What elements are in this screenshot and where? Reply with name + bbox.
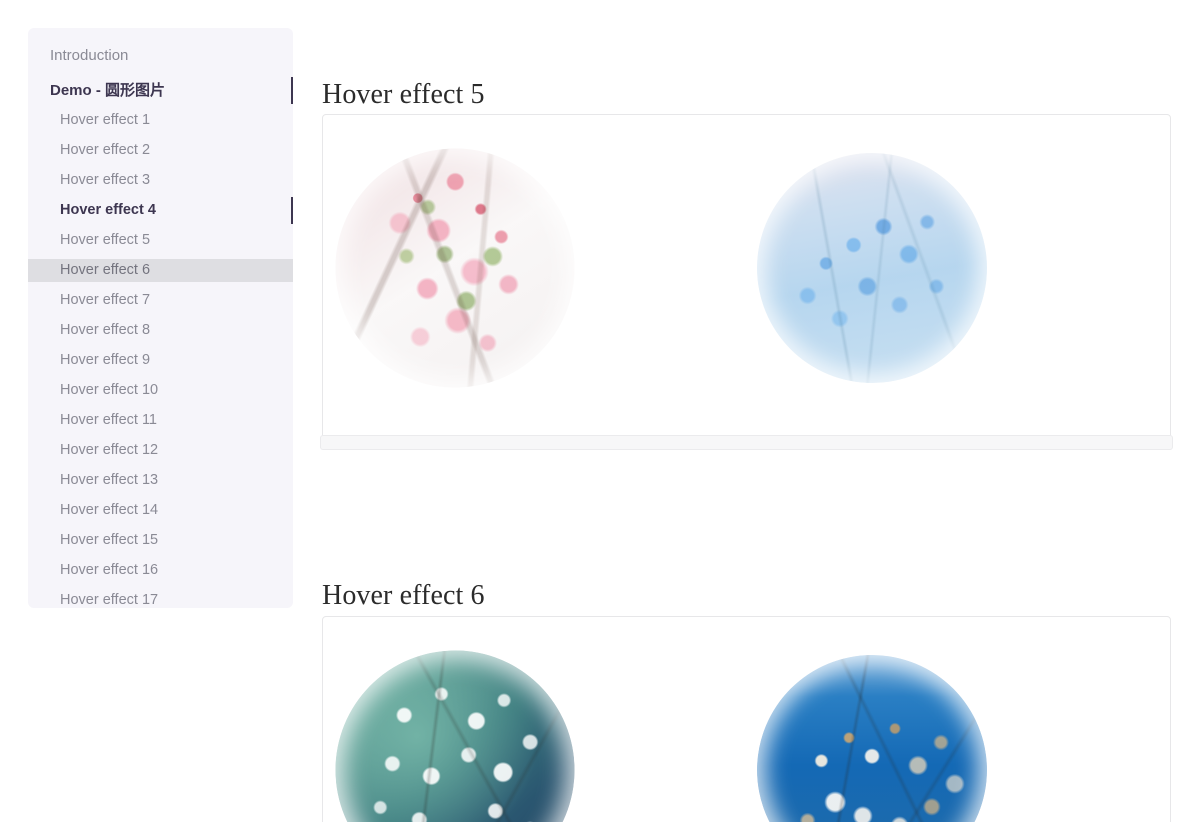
sidebar-item-hover-effect-16[interactable]: Hover effect 16 bbox=[28, 559, 293, 582]
image-slot-1[interactable] bbox=[329, 141, 581, 394]
sidebar-item-hover-effect-17[interactable]: Hover effect 17 bbox=[28, 589, 293, 608]
demo-card-footer-bar bbox=[320, 435, 1173, 450]
demo-card-hover-effect-6 bbox=[322, 616, 1171, 822]
nav-spacer bbox=[28, 582, 293, 589]
nav-spacer bbox=[28, 342, 293, 349]
white-blossom-teal-image bbox=[329, 643, 581, 822]
demo-card-hover-effect-5 bbox=[320, 114, 1173, 450]
sidebar-item-hover-effect-2[interactable]: Hover effect 2 bbox=[28, 139, 293, 162]
sidebar-item-hover-effect-5[interactable]: Hover effect 5 bbox=[28, 229, 293, 252]
nav-spacer bbox=[28, 492, 293, 499]
page-title-hover-effect-5: Hover effect 5 bbox=[322, 79, 485, 110]
demo-card-body bbox=[323, 617, 1170, 822]
image-slot-2[interactable] bbox=[757, 152, 987, 383]
sidebar-item-hover-effect-3[interactable]: Hover effect 3 bbox=[28, 169, 293, 192]
sidebar-item-introduction[interactable]: Introduction bbox=[28, 44, 293, 67]
nav-spacer bbox=[28, 372, 293, 379]
dried-flowers-blue-sky-image bbox=[757, 654, 987, 822]
nav-spacer bbox=[28, 252, 293, 259]
nav-spacer bbox=[28, 552, 293, 559]
sidebar-nav-list: Introduction Demo - 圆形图片 Hover effect 1 … bbox=[28, 44, 293, 608]
nav-spacer bbox=[28, 162, 293, 169]
blue-forget-me-not-photo[interactable] bbox=[757, 152, 987, 383]
nav-spacer bbox=[28, 312, 293, 319]
dried-flowers-blue-sky-photo[interactable] bbox=[757, 654, 987, 822]
nav-spacer bbox=[28, 282, 293, 289]
sidebar-item-hover-effect-4[interactable]: Hover effect 4 bbox=[28, 197, 293, 224]
nav-spacer bbox=[28, 522, 293, 529]
nav-spacer bbox=[28, 132, 293, 139]
cherry-blossom-image bbox=[329, 141, 581, 394]
sidebar-item-hover-effect-13[interactable]: Hover effect 13 bbox=[28, 469, 293, 492]
sidebar-item-hover-effect-9[interactable]: Hover effect 9 bbox=[28, 349, 293, 372]
sidebar-section-demo-circle[interactable]: Demo - 圆形图片 bbox=[28, 77, 293, 104]
white-blossom-teal-photo[interactable] bbox=[329, 643, 581, 822]
main-content: Hover effect 5 Hover effect 6 bbox=[320, 0, 1180, 822]
blue-forget-me-not-image bbox=[757, 152, 987, 383]
nav-spacer bbox=[28, 67, 293, 79]
sidebar-item-hover-effect-6[interactable]: Hover effect 6 bbox=[28, 259, 293, 282]
nav-spacer bbox=[28, 462, 293, 469]
cherry-blossom-photo[interactable] bbox=[329, 141, 581, 394]
sidebar-item-hover-effect-8[interactable]: Hover effect 8 bbox=[28, 319, 293, 342]
nav-spacer bbox=[28, 102, 293, 109]
sidebar-item-hover-effect-12[interactable]: Hover effect 12 bbox=[28, 439, 293, 462]
image-slot-3[interactable] bbox=[329, 643, 581, 822]
nav-spacer bbox=[28, 432, 293, 439]
sidebar-item-hover-effect-15[interactable]: Hover effect 15 bbox=[28, 529, 293, 552]
page-root: Introduction Demo - 圆形图片 Hover effect 1 … bbox=[0, 0, 1180, 822]
sidebar-item-hover-effect-10[interactable]: Hover effect 10 bbox=[28, 379, 293, 402]
nav-spacer bbox=[28, 222, 293, 229]
sidebar-item-hover-effect-7[interactable]: Hover effect 7 bbox=[28, 289, 293, 312]
nav-spacer bbox=[28, 192, 293, 199]
sidebar-item-hover-effect-1[interactable]: Hover effect 1 bbox=[28, 109, 293, 132]
image-slot-4[interactable] bbox=[757, 654, 987, 822]
sidebar-item-hover-effect-14[interactable]: Hover effect 14 bbox=[28, 499, 293, 522]
sidebar-navigation: Introduction Demo - 圆形图片 Hover effect 1 … bbox=[28, 28, 293, 608]
sidebar-item-hover-effect-11[interactable]: Hover effect 11 bbox=[28, 409, 293, 432]
demo-card-body bbox=[323, 115, 1170, 420]
nav-spacer bbox=[28, 402, 293, 409]
page-title-hover-effect-6: Hover effect 6 bbox=[322, 580, 485, 611]
